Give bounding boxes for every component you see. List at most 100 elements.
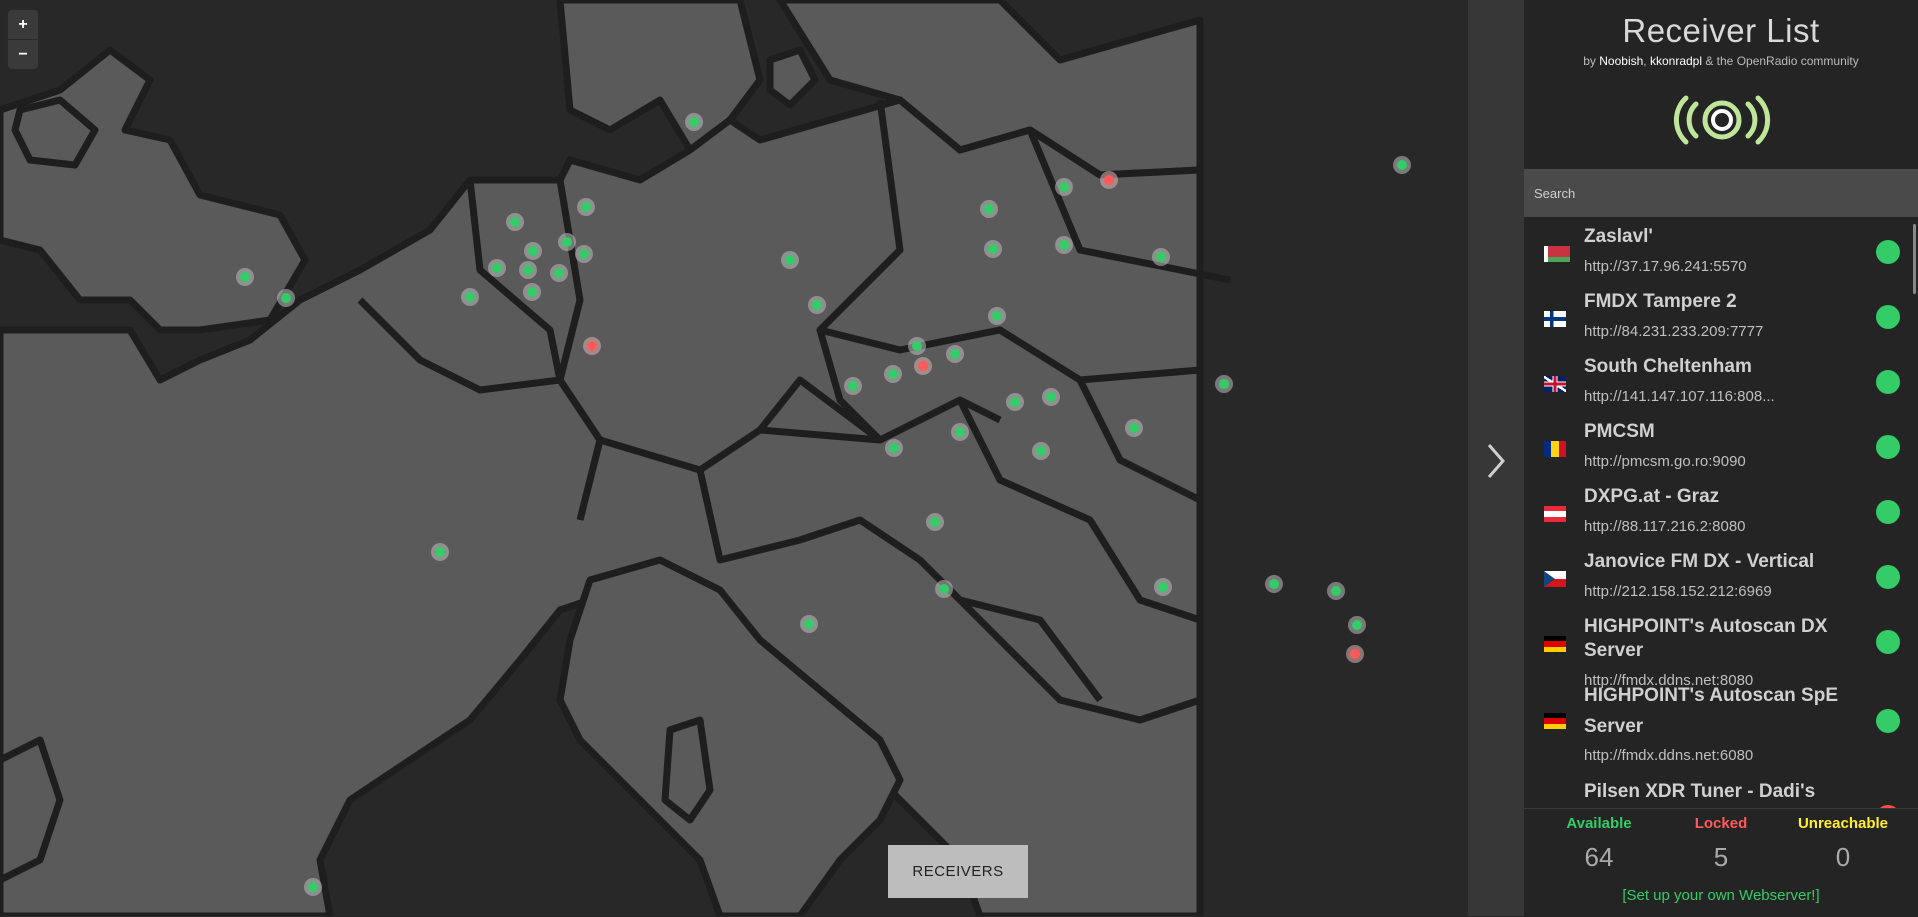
map-marker-available[interactable] [1032,442,1050,460]
map-marker-available[interactable] [908,337,926,355]
map-marker-available[interactable] [577,198,595,216]
panel-title: Receiver List [1622,12,1820,49]
receiver-map[interactable]: + − RECEIVERS [0,0,1468,916]
map-marker-available[interactable] [558,233,576,251]
map-marker-available[interactable] [1215,375,1233,393]
map-marker-available[interactable] [1152,248,1170,266]
map-landmass [0,0,1231,916]
map-marker-available[interactable] [1125,419,1143,437]
receiver-list-item[interactable]: Janovice FM DX - Vertical http://212.158.… [1524,543,1918,608]
map-marker-available[interactable] [524,242,542,260]
receiver-url[interactable]: http://84.231.233.209:7777 [1584,320,1784,344]
map-marker-available[interactable] [506,213,524,231]
finland-flag-icon [1544,311,1566,327]
receiver-url[interactable]: http://fmdx.ddns.net:6080 [1584,744,1784,768]
receiver-list-item[interactable]: Pilsen XDR Tuner - Dadi's server [1524,769,1918,808]
subtitle-separator: , [1643,54,1650,68]
status-available-indicator [1876,500,1900,524]
map-marker-available[interactable] [1154,578,1172,596]
panel-subtitle: by Noobish, kkonradpl & the OpenRadio co… [1524,54,1918,68]
map-marker-available[interactable] [519,261,537,279]
author-link-noobish[interactable]: Noobish [1599,54,1643,68]
map-marker-available[interactable] [575,245,593,263]
map-marker-available[interactable] [808,296,826,314]
map-marker-locked[interactable] [1346,645,1364,663]
map-marker-available[interactable] [1055,178,1073,196]
stat-available: Available 64 [1539,809,1659,873]
subtitle-prefix: by [1583,54,1600,68]
map-marker-available[interactable] [523,283,541,301]
map-marker-available[interactable] [1327,582,1345,600]
romania-flag-icon [1544,441,1566,457]
map-marker-locked[interactable] [1100,171,1118,189]
map-marker-available[interactable] [946,345,964,363]
receiver-list-item[interactable]: DXPG.at - Graz http://88.117.216.2:8080 [1524,478,1918,543]
receiver-list-item[interactable]: HIGHPOINT's Autoscan DX Server http://fmd… [1524,608,1918,689]
map-marker-available[interactable] [488,259,506,277]
map-marker-available[interactable] [236,268,254,286]
status-available-indicator [1876,709,1900,733]
map-marker-available[interactable] [277,289,295,307]
chevron-right-icon [1487,444,1505,478]
receiver-list-item[interactable]: HIGHPOINT's Autoscan SpE Server http://fm… [1524,673,1918,769]
map-marker-available[interactable] [884,365,902,383]
receiver-list-item[interactable]: Zaslavl' http://37.17.96.241:5570 [1524,218,1918,283]
receiver-url[interactable]: http://141.147.107.116:808... [1584,385,1784,409]
available-label: Available [1566,815,1632,832]
map-marker-available[interactable] [304,878,322,896]
map-marker-available[interactable] [781,251,799,269]
map-marker-available[interactable] [885,439,903,457]
map-marker-available[interactable] [461,288,479,306]
map-marker-available[interactable] [1393,156,1411,174]
map-marker-available[interactable] [550,264,568,282]
receivers-button[interactable]: RECEIVERS [888,845,1028,898]
belarus-flag-icon [1544,246,1570,262]
zoom-control: + − [8,10,38,69]
receiver-name: DXPG.at - Graz [1584,486,1720,507]
receiver-list-item[interactable]: South Cheltenham http://141.147.107.116:8… [1524,348,1918,413]
map-marker-available[interactable] [984,240,1002,258]
receiver-name: FMDX Tampere 2 [1584,291,1737,312]
locked-label: Locked [1694,815,1748,832]
map-marker-available[interactable] [980,200,998,218]
status-available-indicator [1876,240,1900,264]
receiver-name: Zaslavl' [1584,226,1653,247]
map-marker-available[interactable] [431,543,449,561]
receiver-url[interactable]: http://88.117.216.2:8080 [1584,515,1784,539]
map-marker-available[interactable] [1348,616,1366,634]
map-marker-available[interactable] [935,580,953,598]
receiver-name: South Cheltenham [1584,356,1752,377]
stat-unreachable: Unreachable 0 [1783,809,1903,873]
zoom-in-button[interactable]: + [8,10,38,39]
map-marker-available[interactable] [1006,393,1024,411]
map-marker-locked[interactable] [583,337,601,355]
map-marker-available[interactable] [685,113,703,131]
collapse-panel-toggle[interactable] [1468,0,1524,916]
map-marker-available[interactable] [988,307,1006,325]
map-marker-available[interactable] [1042,388,1060,406]
receiver-list-item[interactable]: PMCSM http://pmcsm.go.ro:9090 [1524,413,1918,478]
map-marker-locked[interactable] [914,357,932,375]
subtitle-suffix: & the OpenRadio community [1702,54,1859,68]
map-marker-available[interactable] [844,377,862,395]
receiver-list-item[interactable]: FMDX Tampere 2 http://84.231.233.209:7777 [1524,283,1918,348]
zoom-out-button[interactable]: − [8,39,38,69]
uk-flag-icon [1544,376,1566,392]
author-link-kkonradpl[interactable]: kkonradpl [1650,54,1702,68]
search-input[interactable] [1524,169,1918,217]
map-marker-available[interactable] [800,615,818,633]
receiver-name: HIGHPOINT's Autoscan SpE Server [1584,685,1839,737]
map-marker-available[interactable] [951,423,969,441]
germany-flag-icon [1544,713,1566,729]
receiver-name: Pilsen XDR Tuner - Dadi's server [1584,781,1816,802]
receiver-url[interactable]: http://37.17.96.241:5570 [1584,255,1784,279]
map-marker-available[interactable] [926,513,944,531]
receiver-url[interactable]: http://212.158.152.212:6969 [1584,580,1784,604]
setup-webserver-link[interactable]: [Set up your own Webserver!] [1524,887,1918,904]
map-marker-available[interactable] [1265,575,1283,593]
map-marker-available[interactable] [1055,236,1073,254]
receiver-name: HIGHPOINT's Autoscan DX Server [1584,616,1828,661]
receiver-url[interactable]: http://pmcsm.go.ro:9090 [1584,450,1784,474]
stat-locked: Locked 5 [1661,809,1781,873]
receiver-list[interactable]: Zaslavl' http://37.17.96.241:5570 FMDX Tam… [1524,218,1918,808]
